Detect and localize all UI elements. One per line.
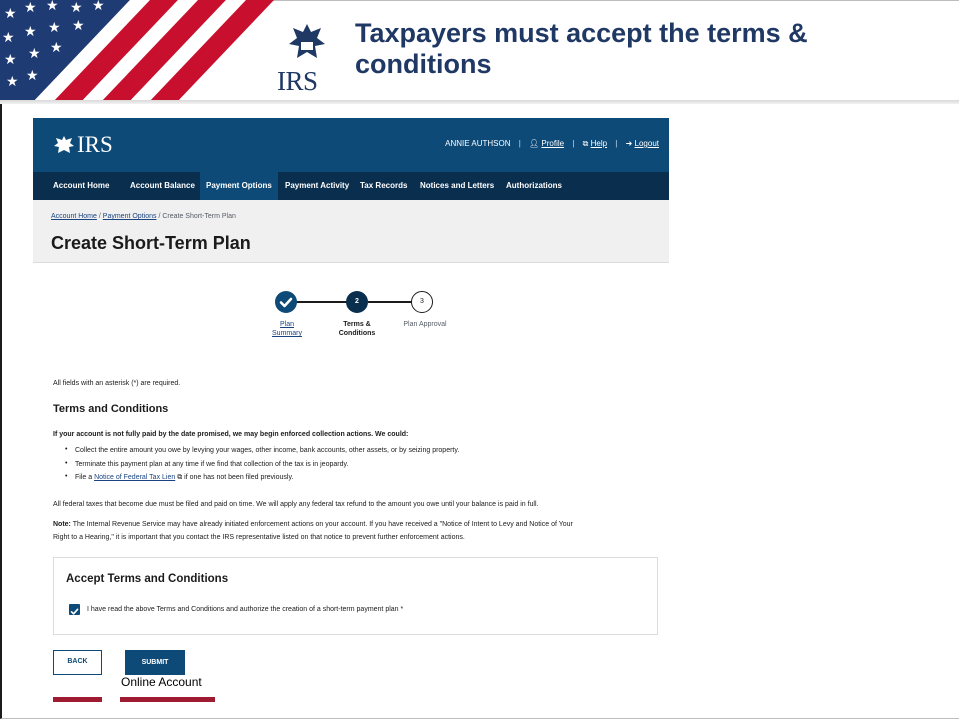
page-title: Create Short-Term Plan — [51, 233, 251, 253]
list-item: Collect the entire amount you owe by lev… — [65, 446, 459, 461]
breadcrumb: Account Home / Payment Options / Create … — [51, 213, 236, 220]
divider: | — [572, 139, 575, 148]
breadcrumb-payment-options[interactable]: Payment Options — [103, 213, 157, 220]
nav-tax-records[interactable]: Tax Records — [354, 172, 413, 200]
step-1-complete — [275, 291, 297, 313]
breadcrumb-separator: / — [158, 213, 161, 220]
svg-text:★: ★ — [2, 30, 15, 46]
breadcrumb-separator: / — [98, 213, 101, 220]
list-item: Terminate this payment plan at any time … — [65, 460, 459, 475]
note-label: Note: — [53, 521, 71, 528]
svg-text:★: ★ — [70, 0, 83, 16]
step-1-label[interactable]: Plan Summary — [265, 320, 309, 338]
american-flag-graphic: ★ ★ ★ ★ ★ ★ ★ ★ ★ ★ ★ ★ ★ ★ — [0, 0, 280, 103]
user-icon: 👤︎ — [529, 139, 540, 148]
accept-terms-checkbox[interactable] — [69, 604, 80, 615]
divider: | — [615, 139, 618, 148]
svg-text:★: ★ — [28, 46, 41, 62]
svg-text:★: ★ — [50, 40, 63, 56]
nav-authorizations[interactable]: Authorizations — [500, 172, 568, 200]
accent-bar — [53, 697, 102, 702]
page-header: Account Home / Payment Options / Create … — [33, 200, 669, 263]
irs-logo: IRS — [275, 22, 337, 96]
online-account-caption: Online Account — [121, 675, 202, 689]
user-name: ANNIE AUTHSON — [445, 139, 511, 148]
collection-warning: If your account is not fully paid by the… — [53, 431, 409, 438]
list-item-text: File a — [75, 474, 95, 481]
breadcrumb-current: Create Short-Term Plan — [162, 213, 236, 220]
svg-text:★: ★ — [48, 20, 61, 36]
accept-terms-label[interactable]: I have read the above Terms and Conditio… — [87, 606, 403, 613]
step-3-label: Plan Approval — [395, 320, 455, 329]
required-fields-note: All fields with an asterisk (*) are requ… — [53, 380, 181, 387]
nav-payment-activity[interactable]: Payment Activity — [279, 172, 355, 200]
accept-terms-heading: Accept Terms and Conditions — [66, 573, 229, 585]
divider: | — [518, 139, 521, 148]
nav-account-home[interactable]: Account Home — [47, 172, 115, 200]
eagle-icon — [54, 136, 74, 153]
checkmark-icon — [279, 297, 293, 308]
help-link[interactable]: ⧉ Help — [583, 139, 607, 149]
nav-notices-and-letters[interactable]: Notices and Letters — [414, 172, 500, 200]
logout-icon: ➜ — [625, 139, 633, 148]
step-3-label-line1: Plan Approval — [403, 321, 447, 328]
help-link-label: Help — [590, 139, 608, 148]
logout-link-label: Logout — [634, 139, 659, 148]
header-divider — [0, 100, 959, 104]
list-item: File a Notice of Federal Tax Lien ⧉ if o… — [65, 473, 459, 488]
irs-wordmark: IRS — [277, 66, 318, 96]
svg-text:★: ★ — [46, 0, 59, 14]
list-item-text: if one has not been filed previously. — [182, 474, 294, 481]
svg-text:★: ★ — [26, 68, 39, 84]
app-header: IRS ANNIE AUTHSON | 👤︎ Profile | ⧉ Help … — [33, 118, 669, 172]
svg-text:★: ★ — [4, 52, 17, 68]
step-3-upcoming: 3 — [411, 291, 433, 313]
slide-title: Taxpayers must accept the terms & condit… — [355, 18, 808, 79]
external-link-icon: ⧉ — [582, 139, 589, 148]
note-text-line1: The Internal Revenue Service may have al… — [70, 521, 573, 528]
federal-tax-lien-link[interactable]: Notice of Federal Tax Lien — [94, 474, 175, 481]
accent-bar — [120, 697, 215, 702]
nav-payment-options[interactable]: Payment Options — [200, 172, 278, 200]
step-1-label-line1: Plan — [279, 321, 294, 328]
enforcement-note: Note: The Internal Revenue Service may h… — [53, 521, 573, 528]
svg-text:★: ★ — [4, 6, 17, 22]
note-text-line2: Right to a Hearing," it is important tha… — [53, 534, 465, 541]
terms-heading: Terms and Conditions — [53, 403, 169, 415]
app-logo-word: IRS — [77, 132, 113, 157]
step-1-label-line2: Summary — [272, 330, 302, 337]
step-2-label-line1: Terms & — [343, 321, 371, 328]
step-2-label-line2: Conditions — [338, 330, 376, 337]
svg-text:★: ★ — [24, 24, 37, 40]
breadcrumb-account-home[interactable]: Account Home — [51, 213, 97, 220]
profile-link[interactable]: 👤︎ Profile — [529, 139, 564, 148]
step-2-current: 2 — [346, 291, 368, 313]
svg-text:★: ★ — [24, 0, 37, 16]
svg-text:★: ★ — [6, 74, 19, 90]
accept-terms-panel: Accept Terms and Conditions I have read … — [53, 557, 658, 635]
user-links: ANNIE AUTHSON | 👤︎ Profile | ⧉ Help | ➜ … — [445, 139, 659, 149]
collection-actions-list: Collect the entire amount you owe by lev… — [65, 446, 459, 488]
step-2-label: Terms & Conditions — [333, 320, 381, 338]
logout-link[interactable]: ➜ Logout — [626, 139, 659, 148]
federal-taxes-statement: All federal taxes that become due must b… — [53, 501, 539, 508]
app-logo[interactable]: IRS — [53, 132, 113, 158]
svg-text:★: ★ — [72, 18, 85, 34]
profile-link-label: Profile — [541, 139, 565, 148]
nav-account-balance[interactable]: Account Balance — [124, 172, 201, 200]
submit-button[interactable]: SUBMIT — [125, 650, 185, 675]
main-nav: Account Home Account Balance Payment Opt… — [33, 172, 669, 200]
back-button[interactable]: BACK — [53, 650, 102, 675]
svg-text:★: ★ — [92, 0, 105, 14]
checkmark-icon — [70, 608, 79, 615]
online-account-screenshot: IRS ANNIE AUTHSON | 👤︎ Profile | ⧉ Help … — [33, 118, 669, 718]
